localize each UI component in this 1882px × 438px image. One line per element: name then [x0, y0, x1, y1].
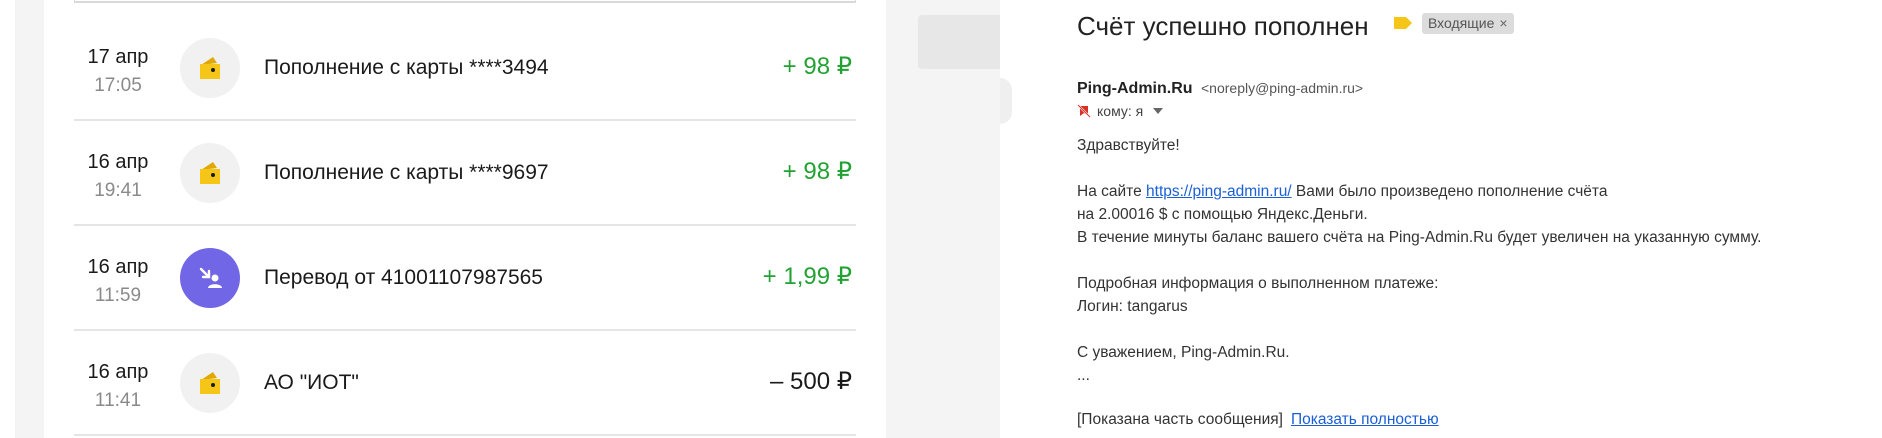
- transaction-time: 11:59: [94, 285, 142, 306]
- login-line: Логин: tangarus: [1077, 298, 1188, 315]
- email-subject: Счёт успешно пополнен: [1077, 11, 1369, 41]
- left-gutter: [0, 0, 15, 438]
- partial-message-footer: [Показана часть сообщения] Показать полно…: [1077, 409, 1439, 431]
- partial-notice: [Показана часть сообщения]: [1077, 411, 1283, 428]
- transaction-row[interactable]: 17 апр 17:05 Пополнение с карты ****3494…: [74, 16, 856, 121]
- sender-email[interactable]: <noreply@ping-admin.ru>: [1201, 80, 1363, 96]
- transaction-date: 16 апр: [87, 151, 149, 173]
- transaction-time: 17:05: [94, 75, 142, 96]
- show-full-link[interactable]: Показать полностью: [1291, 411, 1439, 428]
- body-line-1-suffix: Вами было произведено пополнение счёта: [1291, 183, 1608, 200]
- remove-folder-close-icon[interactable]: ×: [1499, 15, 1507, 31]
- regards-line: С уважением, Ping-Admin.Ru.: [1077, 344, 1290, 361]
- avatar[interactable]: [1000, 78, 1012, 124]
- wallet-icon: [180, 143, 240, 203]
- transaction-amount: – 500 ₽: [770, 368, 852, 395]
- body-line-3: В течение минуты баланс вашего счёта на …: [1077, 229, 1762, 246]
- chevron-down-icon[interactable]: [1153, 108, 1164, 114]
- no-notification-icon: [1077, 104, 1091, 118]
- folder-chip-label: Входящие: [1428, 15, 1495, 31]
- transaction-row[interactable]: 16 апр 19:41 Пополнение с карты ****9697…: [74, 121, 856, 226]
- search-bar-placeholder[interactable]: [918, 15, 1000, 69]
- transaction-title: Пополнение с карты ****3494: [264, 56, 549, 79]
- body-line-1: На сайте https://ping-admin.ru/ Вами был…: [1077, 180, 1867, 203]
- transaction-title: Перевод от 41001107987565: [264, 266, 543, 289]
- incoming-transfer-icon: [180, 248, 240, 308]
- info-header: Подробная информация о выполненном плате…: [1077, 275, 1439, 292]
- email-body: Здравствуйте! На сайте https://ping-admi…: [1077, 134, 1867, 387]
- folder-chip-inbox[interactable]: Входящие ×: [1422, 13, 1514, 34]
- sender-name[interactable]: Ping-Admin.Ru: [1077, 80, 1193, 97]
- transaction-amount: + 98 ₽: [782, 53, 852, 80]
- sender: Ping-Admin.Ru <noreply@ping-admin.ru>: [1077, 78, 1363, 99]
- transaction-title: АО "ИОТ": [264, 371, 359, 394]
- transaction-title: Пополнение с карты ****9697: [264, 161, 549, 184]
- history-top-divider: [74, 0, 856, 3]
- body-line-2: на 2.00016 $ с помощью Яндекс.Деньги.: [1077, 206, 1368, 223]
- greeting: Здравствуйте!: [1077, 137, 1180, 154]
- transaction-row[interactable]: 16 апр 11:41 АО "ИОТ" – 500 ₽: [74, 331, 856, 436]
- transaction-date: 17 апр: [87, 46, 149, 68]
- important-label-icon[interactable]: [1393, 16, 1413, 35]
- wallet-icon: [180, 38, 240, 98]
- recipient-line[interactable]: кому: я: [1077, 101, 1164, 121]
- email-view: Счёт успешно пополнен Входящие × Ping-Adm…: [1000, 0, 1882, 438]
- transaction-date: 16 апр: [87, 256, 149, 278]
- transaction-list: 17 апр 17:05 Пополнение с карты ****3494…: [74, 16, 856, 436]
- site-link[interactable]: https://ping-admin.ru/: [1146, 183, 1292, 200]
- transaction-time: 19:41: [94, 180, 142, 201]
- wallet-icon: [180, 353, 240, 413]
- recipient-label: кому: я: [1097, 103, 1144, 119]
- transaction-time: 11:41: [94, 390, 142, 411]
- body-line-1-prefix: На сайте: [1077, 183, 1147, 200]
- transaction-row[interactable]: 16 апр 11:59 Перевод от 41001107987565 +…: [74, 226, 856, 331]
- transaction-date: 16 апр: [87, 361, 149, 383]
- transaction-amount: + 98 ₽: [782, 158, 852, 185]
- ellipsis: ...: [1077, 367, 1090, 384]
- transaction-amount: + 1,99 ₽: [762, 263, 852, 290]
